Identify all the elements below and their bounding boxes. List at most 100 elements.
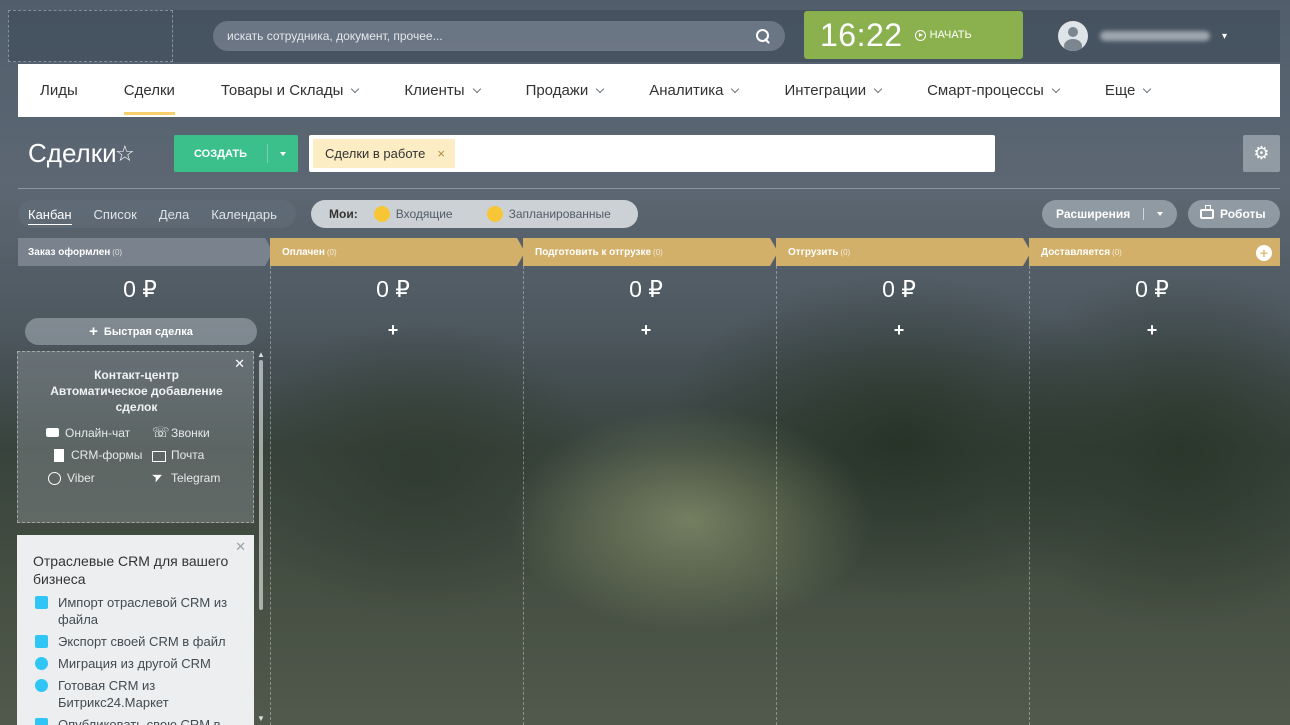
channel-calls[interactable]: Звонки [152, 424, 210, 441]
close-icon[interactable]: × [437, 146, 445, 161]
search-input[interactable] [227, 29, 755, 43]
crm-migration-link[interactable]: Миграция из другой CRM [35, 655, 247, 672]
user-menu[interactable]: ▾ [1058, 21, 1227, 51]
avatar[interactable] [1058, 21, 1088, 51]
industry-crm-title: Отраслевые CRM для вашего бизнеса [33, 553, 229, 587]
mine-label: Мои: [329, 207, 358, 221]
view-activities[interactable]: Дела [159, 207, 189, 222]
top-header: 16:22 НАЧАТЬ ▾ [8, 10, 1280, 62]
mail-icon [152, 449, 166, 462]
plus-icon: + [89, 323, 98, 340]
caret-down-icon[interactable] [280, 152, 286, 156]
scrollbar[interactable] [259, 360, 263, 610]
filter-chip[interactable]: Сделки в работе × [313, 139, 455, 168]
crm-publish-link[interactable]: Опубликовать свою CRM в [35, 716, 247, 725]
menu-item-products[interactable]: Товары и Склады [221, 64, 360, 117]
channel-crm-forms[interactable]: CRM-формы [52, 448, 142, 462]
crm-menu: Лиды Сделки Товары и Склады Клиенты Прод… [18, 64, 1280, 117]
crm-export-link[interactable]: Экспорт своей CRM в файл [35, 633, 247, 650]
telegram-icon [152, 472, 166, 485]
scroll-down-arrow[interactable]: ▼ [257, 714, 265, 723]
view-calendar[interactable]: Календарь [211, 207, 277, 222]
view-list[interactable]: Список [94, 207, 137, 222]
add-deal-button[interactable]: + [273, 320, 513, 341]
menu-item-more[interactable]: Еще [1105, 64, 1152, 117]
robot-icon [1200, 205, 1214, 219]
add-stage-icon[interactable]: + [1256, 245, 1272, 261]
column-divider [270, 266, 271, 725]
stage-header-delivering[interactable]: Доставляется (0) [1031, 238, 1251, 266]
add-deal-button[interactable]: + [526, 320, 766, 341]
stage-sum: 0 ₽ [882, 276, 916, 302]
crm-market-link[interactable]: Готовая CRM из Битрикс24.Маркет [35, 677, 247, 711]
scroll-up-arrow[interactable]: ▲ [257, 350, 265, 359]
counter-dot [486, 206, 503, 222]
chevron-down-icon[interactable]: ▾ [1222, 31, 1227, 42]
channel-online-chat[interactable]: Онлайн-чат [46, 426, 130, 440]
work-time-widget[interactable]: 16:22 НАЧАТЬ [804, 11, 1023, 59]
menu-item-integrations[interactable]: Интеграции [784, 64, 883, 117]
market-icon [35, 679, 48, 692]
chat-icon [46, 427, 60, 440]
star-icon[interactable]: ☆ [115, 141, 135, 167]
button-divider [267, 144, 268, 163]
clock-time: 16:22 [820, 16, 903, 53]
channel-mail[interactable]: Почта [152, 448, 204, 462]
chevron-down-icon [595, 84, 605, 93]
counter-incoming[interactable]: Входящие [373, 206, 453, 222]
stage-sum: 0 ₽ [123, 276, 157, 302]
channel-telegram[interactable]: Telegram [152, 471, 220, 485]
chevron-down-icon [731, 84, 740, 93]
menu-item-leads[interactable]: Лиды [40, 64, 78, 117]
form-icon [52, 448, 66, 462]
caret-down-icon[interactable] [1157, 212, 1163, 216]
export-icon [35, 635, 48, 648]
stage-header-prepare[interactable]: Подготовить к отгрузке (0) [525, 238, 770, 266]
menu-item-analytics[interactable]: Аналитика [649, 64, 740, 117]
column-divider [776, 266, 777, 725]
menu-item-sales[interactable]: Продажи [526, 64, 605, 117]
start-workday-button[interactable]: НАЧАТЬ [914, 29, 972, 41]
stage-sum: 0 ₽ [629, 276, 663, 302]
channel-viber[interactable]: Viber [48, 471, 95, 485]
add-deal-button[interactable]: + [1032, 320, 1272, 341]
chevron-down-icon [472, 84, 481, 93]
my-counters: Мои: Входящие Запланированные [311, 200, 638, 228]
contact-center-card: ✕ Контакт-центр Автоматическое добавлени… [17, 351, 254, 523]
gear-icon[interactable]: ⚙ [1243, 135, 1280, 172]
view-kanban[interactable]: Канбан [28, 207, 72, 225]
filter-input[interactable]: Сделки в работе × [309, 135, 995, 172]
search-box[interactable] [213, 21, 785, 51]
contact-center-title: Контакт-центр Автоматическое добавление … [50, 368, 223, 414]
stage-sum: 0 ₽ [376, 276, 410, 302]
robots-button[interactable]: Роботы [1188, 200, 1280, 228]
stage-header-ship[interactable]: Отгрузить (0) [778, 238, 1023, 266]
crm-import-link[interactable]: Импорт отраслевой CRM из файла [35, 594, 247, 628]
page-title: Сделки [28, 138, 117, 168]
search-icon[interactable] [755, 28, 771, 44]
stage-header-ordered[interactable]: Заказ оформлен (0) [18, 238, 263, 266]
create-label: СОЗДАТЬ [194, 147, 247, 160]
create-button[interactable]: СОЗДАТЬ [174, 135, 298, 172]
menu-item-smart-processes[interactable]: Смарт-процессы [927, 64, 1061, 117]
phone-icon [152, 424, 170, 441]
menu-item-clients[interactable]: Клиенты [404, 64, 481, 117]
extensions-button[interactable]: Расширения [1042, 200, 1177, 228]
logo-area[interactable] [8, 10, 173, 62]
add-deal-button[interactable]: + [779, 320, 1019, 341]
start-label: НАЧАТЬ [929, 29, 972, 41]
menu-item-deals[interactable]: Сделки [123, 64, 176, 117]
user-name-blurred[interactable] [1100, 31, 1210, 41]
quick-deal-button[interactable]: + Быстрая сделка [25, 318, 257, 345]
counter-planned[interactable]: Запланированные [486, 206, 611, 222]
counter-dot [373, 206, 390, 222]
chevron-down-icon [351, 84, 360, 93]
play-icon [914, 29, 926, 41]
migration-icon [35, 657, 48, 670]
filter-chip-label: Сделки в работе [325, 146, 426, 161]
chevron-down-icon [873, 84, 883, 93]
button-divider [1143, 208, 1144, 220]
view-switcher: Канбан Список Дела Календарь [18, 200, 296, 228]
chevron-down-icon [1143, 84, 1152, 93]
stage-header-paid[interactable]: Оплачен (0) [272, 238, 517, 266]
